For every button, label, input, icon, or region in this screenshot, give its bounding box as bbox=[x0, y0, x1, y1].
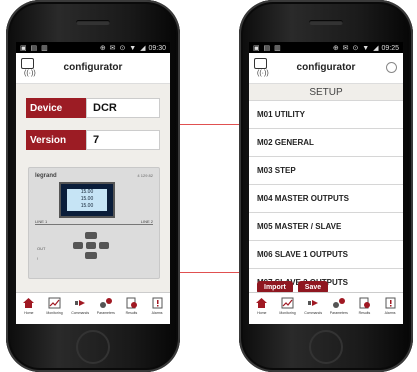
arrow-icon bbox=[73, 296, 87, 309]
nav-results[interactable]: Results bbox=[353, 296, 375, 315]
device-label: Device bbox=[26, 98, 86, 118]
nav-alarms[interactable]: Alarms bbox=[146, 296, 168, 315]
status-left-icons: ▣ ▤ ▥ bbox=[253, 44, 282, 52]
nav-label: Results bbox=[358, 311, 371, 315]
lcd-line: 15.00 bbox=[80, 203, 94, 209]
speaker bbox=[309, 20, 343, 25]
lcd-line: 15.00 bbox=[80, 189, 94, 195]
home-icon bbox=[255, 296, 269, 309]
status-right-icons: ⊕ ✉ ⊙ ▼ ◢ bbox=[99, 44, 147, 52]
nav-label: Commands bbox=[304, 311, 323, 315]
nav-home[interactable]: Home bbox=[18, 296, 40, 315]
home-button[interactable] bbox=[309, 330, 343, 364]
screen-setup: ▣ ▤ ▥ ⊕ ✉ ⊙ ▼ ◢ 09:25 ((·)) configurator… bbox=[249, 42, 403, 324]
home-icon bbox=[22, 296, 36, 309]
nav-label: Monitoring bbox=[46, 311, 63, 315]
app-title: configurator bbox=[296, 62, 356, 73]
nav-results[interactable]: Results bbox=[120, 296, 142, 315]
status-bar: ▣ ▤ ▥ ⊕ ✉ ⊙ ▼ ◢ 09:30 bbox=[16, 42, 170, 53]
menu-item-m01[interactable]: M01 UTILITY bbox=[249, 100, 403, 129]
nav-label: Alarms bbox=[151, 311, 163, 315]
camera bbox=[323, 9, 328, 14]
bottom-nav: Home Monitoring Commands Parameters Resu… bbox=[249, 292, 403, 324]
app-title: configurator bbox=[63, 62, 123, 73]
connector-line-top bbox=[172, 124, 249, 125]
version-field: Version 7 bbox=[26, 130, 160, 150]
setup-title: SETUP bbox=[309, 87, 343, 98]
menu-item-m05[interactable]: M05 MASTER / SLAVE bbox=[249, 213, 403, 241]
status-left-icons: ▣ ▤ ▥ bbox=[20, 44, 49, 52]
status-bar: ▣ ▤ ▥ ⊕ ✉ ⊙ ▼ ◢ 09:25 bbox=[249, 42, 403, 53]
nav-label: Results bbox=[125, 311, 138, 315]
app-header: ((·)) configurator bbox=[249, 53, 403, 84]
line-right-label: LINE 2 bbox=[140, 219, 153, 224]
nav-label: Alarms bbox=[384, 311, 396, 315]
device-line bbox=[35, 224, 153, 225]
chart-icon bbox=[280, 296, 294, 309]
nav-label: Home bbox=[257, 311, 267, 315]
device-image: legrand 4 129 82 15.00 15.00 15.00 LINE … bbox=[28, 167, 160, 279]
setup-menu: M01 UTILITY M02 GENERAL M03 STEP M04 MAS… bbox=[249, 100, 403, 297]
speaker bbox=[76, 20, 110, 25]
gears-icon bbox=[332, 296, 346, 309]
results-icon bbox=[124, 296, 138, 309]
lcd-line: 15.00 bbox=[80, 196, 94, 202]
bottom-nav: Home Monitoring Commands Parameters Resu… bbox=[16, 292, 170, 324]
nav-label: Commands bbox=[71, 311, 90, 315]
nav-parameters[interactable]: Parameters bbox=[328, 296, 350, 315]
nav-label: Home bbox=[24, 311, 34, 315]
nav-alarms[interactable]: Alarms bbox=[379, 296, 401, 315]
menu-item-m03[interactable]: M03 STEP bbox=[249, 157, 403, 185]
device-code: 4 129 82 bbox=[137, 173, 153, 178]
device-keypad bbox=[73, 232, 109, 262]
nav-commands[interactable]: Commands bbox=[69, 296, 91, 315]
device-brand: legrand bbox=[35, 173, 57, 179]
connector-line-bottom bbox=[172, 272, 249, 273]
nav-monitoring[interactable]: Monitoring bbox=[276, 296, 298, 315]
nav-commands[interactable]: Commands bbox=[302, 296, 324, 315]
camera bbox=[90, 9, 95, 14]
home-button[interactable] bbox=[76, 330, 110, 364]
nav-label: Parameters bbox=[96, 311, 115, 315]
menu-item-m06[interactable]: M06 SLAVE 1 OUTPUTS bbox=[249, 241, 403, 269]
phone-left: ▣ ▤ ▥ ⊕ ✉ ⊙ ▼ ◢ 09:30 ((·)) configurator… bbox=[6, 0, 180, 372]
version-label: Version bbox=[26, 130, 86, 150]
nav-label: Parameters bbox=[329, 311, 348, 315]
chart-icon bbox=[47, 296, 61, 309]
screen-device-info: ▣ ▤ ▥ ⊕ ✉ ⊙ ▼ ◢ 09:30 ((·)) configurator… bbox=[16, 42, 170, 324]
device-lcd: 15.00 15.00 15.00 bbox=[59, 182, 115, 218]
device-value: DCR bbox=[86, 98, 160, 118]
nav-label: Monitoring bbox=[279, 311, 296, 315]
app-header: ((·)) configurator bbox=[16, 53, 170, 84]
nav-monitoring[interactable]: Monitoring bbox=[43, 296, 65, 315]
arrow-icon bbox=[306, 296, 320, 309]
status-right-icons: ⊕ ✉ ⊙ ▼ ◢ bbox=[332, 44, 380, 52]
status-time: 09:30 bbox=[148, 44, 166, 52]
version-value: 7 bbox=[86, 130, 160, 150]
nav-home[interactable]: Home bbox=[251, 296, 273, 315]
led-out-label: OUT bbox=[37, 246, 46, 251]
results-icon bbox=[357, 296, 371, 309]
status-time: 09:25 bbox=[381, 44, 399, 52]
device-field: Device DCR bbox=[26, 98, 160, 118]
phone-right: ▣ ▤ ▥ ⊕ ✉ ⊙ ▼ ◢ 09:25 ((·)) configurator… bbox=[239, 0, 413, 372]
menu-item-m04[interactable]: M04 MASTER OUTPUTS bbox=[249, 185, 403, 213]
menu-item-m02[interactable]: M02 GENERAL bbox=[249, 129, 403, 157]
alert-icon bbox=[383, 296, 397, 309]
led-alert-label: ! bbox=[37, 256, 39, 261]
line-left-label: LINE 1 bbox=[35, 219, 48, 224]
nav-parameters[interactable]: Parameters bbox=[95, 296, 117, 315]
gears-icon bbox=[99, 296, 113, 309]
circle-icon[interactable] bbox=[386, 62, 397, 73]
alert-icon bbox=[150, 296, 164, 309]
